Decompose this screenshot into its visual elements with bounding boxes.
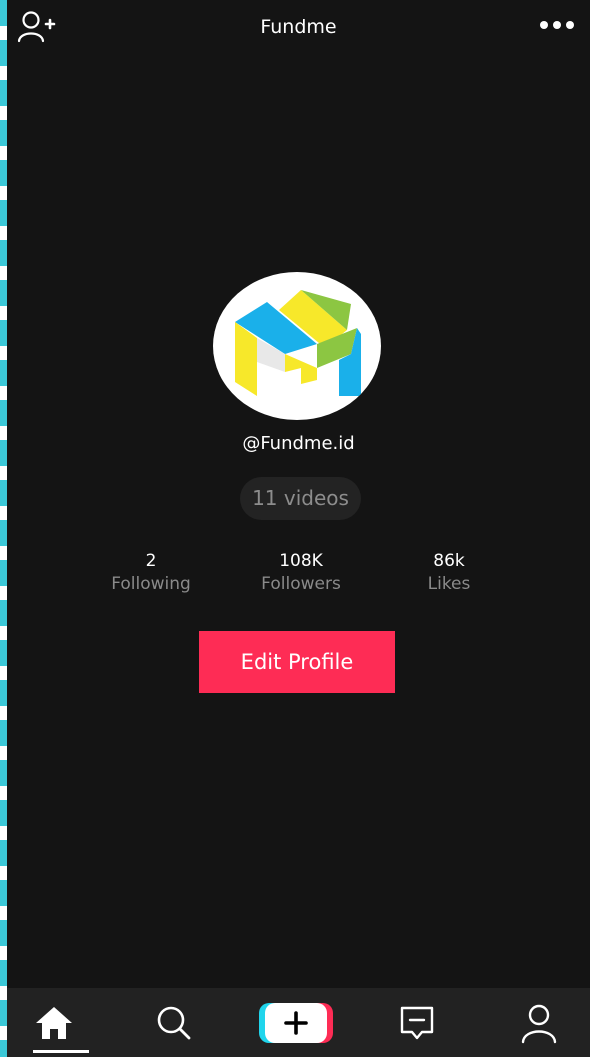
- top-bar: Fundme: [7, 0, 590, 56]
- nav-inbox[interactable]: [377, 988, 457, 1057]
- stat-label: Likes: [427, 574, 471, 594]
- home-icon: [36, 1006, 72, 1039]
- videos-count-badge[interactable]: 11 videos: [240, 477, 361, 520]
- bottom-nav: [7, 988, 590, 1057]
- stat-followers[interactable]: 108K Followers: [241, 550, 361, 596]
- stat-value: 86k: [433, 551, 465, 571]
- stat-following[interactable]: 2 Following: [91, 550, 211, 596]
- stat-label: Followers: [261, 574, 341, 594]
- search-icon: [157, 1006, 191, 1039]
- inbox-message-icon: [400, 1006, 434, 1039]
- add-user-icon[interactable]: [17, 9, 57, 45]
- nav-search[interactable]: [134, 988, 214, 1057]
- edit-profile-button[interactable]: Edit Profile: [199, 631, 395, 693]
- app-frame: Fundme @Fundme.id 11 videos 2 Following …: [0, 0, 598, 1057]
- more-horizontal-icon[interactable]: [538, 14, 576, 36]
- stat-label: Following: [111, 574, 191, 594]
- nav-create[interactable]: [256, 988, 336, 1057]
- avatar[interactable]: [213, 272, 381, 420]
- profile-icon: [521, 1004, 557, 1043]
- page-title: Fundme: [260, 16, 337, 38]
- stat-likes[interactable]: 86k Likes: [389, 550, 509, 596]
- active-tab-indicator: [33, 1050, 89, 1053]
- nav-home[interactable]: [14, 988, 94, 1057]
- profile-handle: @Fundme.id: [242, 433, 355, 454]
- stat-value: 108K: [279, 551, 323, 571]
- nav-profile[interactable]: [499, 988, 579, 1057]
- stat-value: 2: [145, 551, 157, 571]
- create-plus-icon: [259, 1002, 333, 1043]
- profile-screen: Fundme @Fundme.id 11 videos 2 Following …: [7, 0, 590, 1057]
- fundme-logo: [235, 290, 361, 396]
